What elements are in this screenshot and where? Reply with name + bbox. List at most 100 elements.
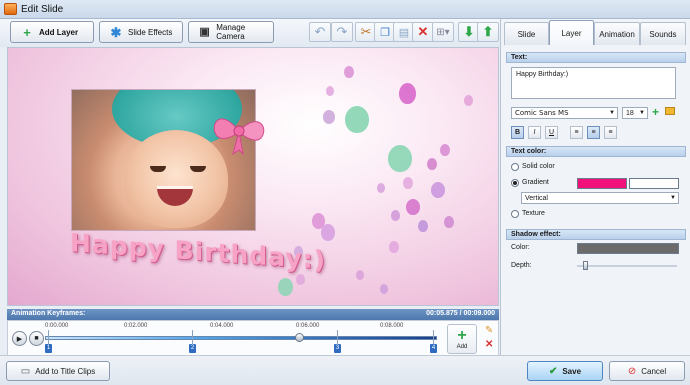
- gradient-color-2[interactable]: [629, 178, 679, 189]
- move-up-icon[interactable]: ⬆: [477, 22, 499, 42]
- app-icon: [4, 3, 17, 15]
- underline-button[interactable]: U: [545, 126, 558, 139]
- add-keyframe-button[interactable]: + Add: [447, 324, 477, 354]
- font-size-select[interactable]: 18 ▼: [622, 107, 648, 119]
- balloon: [406, 199, 420, 215]
- balloon: [399, 83, 416, 104]
- depth-slider[interactable]: [577, 261, 677, 270]
- add-layer-button[interactable]: + Add Layer: [10, 21, 94, 43]
- font-select[interactable]: Comic Sans MS ▼: [511, 107, 618, 119]
- tab-sounds[interactable]: Sounds: [640, 22, 686, 45]
- undo-icon[interactable]: ↶: [309, 22, 331, 42]
- balloon: [278, 278, 293, 296]
- shadow-effect-header: Shadow effect:: [506, 229, 686, 240]
- sparkle-icon: ✱: [110, 24, 122, 40]
- redo-icon[interactable]: ↷: [331, 22, 353, 42]
- keyframe-marker-4[interactable]: 4: [430, 344, 437, 353]
- properties-panel: Slide Layer Animation Sounds Text: Happy…: [500, 19, 690, 355]
- balloon: [444, 216, 454, 228]
- play-button[interactable]: ▶: [12, 331, 27, 346]
- pink-bow: [213, 118, 265, 156]
- pencil-icon[interactable]: ✎: [485, 325, 493, 336]
- cancel-icon: ⊘: [627, 365, 637, 377]
- tab-animation[interactable]: Animation: [594, 22, 640, 45]
- balloon: [440, 144, 450, 156]
- balloon: [380, 284, 388, 294]
- balloon: [344, 66, 354, 78]
- text-input[interactable]: Happy Birthday:): [511, 67, 676, 99]
- tab-slide[interactable]: Slide: [504, 22, 549, 45]
- toolbar: + Add Layer ✱ Slide Effects ▣ Manage Cam…: [0, 19, 500, 47]
- shadow-color-label: Color:: [511, 244, 530, 251]
- stop-button[interactable]: ■: [29, 331, 44, 346]
- keyframe-marker-3[interactable]: 3: [334, 344, 341, 353]
- balloon: [431, 182, 445, 198]
- balloon: [296, 274, 305, 285]
- plus-icon: +: [23, 24, 31, 40]
- camera-icon: ▣: [199, 25, 210, 38]
- balloon: [377, 183, 385, 193]
- gradient-label: Gradient: [522, 179, 549, 186]
- shadow-color-swatch[interactable]: [577, 243, 679, 254]
- gradient-direction-select[interactable]: Vertical ▼: [521, 192, 679, 204]
- align-left-button[interactable]: ≡: [570, 126, 583, 139]
- balloon: [388, 145, 412, 172]
- check-icon: ✔: [548, 365, 558, 377]
- depth-slider-thumb[interactable]: [583, 261, 588, 270]
- balloon: [321, 224, 335, 241]
- manage-camera-button[interactable]: ▣ Manage Camera: [188, 21, 274, 43]
- slide-effects-button[interactable]: ✱ Slide Effects: [99, 21, 183, 43]
- balloon: [356, 270, 364, 280]
- delete-keyframe-icon[interactable]: ✕: [485, 339, 493, 350]
- tab-layer[interactable]: Layer: [549, 20, 594, 45]
- keyframe-tools: ✎ ✕: [485, 325, 493, 350]
- text-color-header: Text color:: [506, 146, 686, 157]
- balloon: [391, 210, 400, 221]
- grid-icon[interactable]: ⊞▾: [432, 22, 454, 42]
- add-font-icon[interactable]: +: [652, 105, 659, 119]
- birthday-caption[interactable]: Happy Birthday:): [70, 228, 326, 275]
- chevron-down-icon: ▼: [639, 110, 645, 116]
- bold-button[interactable]: B: [511, 126, 524, 139]
- tick-label: 0:04.000: [210, 323, 234, 329]
- delete-icon[interactable]: ✕: [412, 22, 434, 42]
- balloon: [389, 241, 399, 253]
- plus-icon: +: [457, 327, 467, 344]
- depth-label: Depth:: [511, 262, 532, 269]
- save-button[interactable]: ✔ Save: [527, 361, 603, 381]
- title-clips-icon: ▭: [20, 365, 31, 377]
- balloon: [464, 95, 473, 106]
- texture-radio[interactable]: [511, 210, 519, 218]
- keyframe-marker-2[interactable]: 2: [189, 344, 196, 353]
- text-section-header: Text:: [506, 52, 686, 63]
- tab-bar: Slide Layer Animation Sounds: [501, 19, 690, 45]
- keyframe-marker-1[interactable]: 1: [45, 344, 52, 353]
- timeline-track[interactable]: [45, 336, 437, 340]
- add-to-title-clips-button[interactable]: ▭ Add to Title Clips: [6, 361, 110, 381]
- solid-color-radio[interactable]: [511, 163, 519, 171]
- balloon: [403, 177, 413, 189]
- slide-preview[interactable]: Happy Birthday:): [7, 47, 499, 306]
- align-center-button[interactable]: ≡: [587, 126, 600, 139]
- chevron-down-icon: ▼: [670, 195, 676, 201]
- playhead-knob[interactable]: [295, 333, 304, 342]
- tick-label: 0:02.000: [124, 323, 148, 329]
- window-title: Edit Slide: [21, 4, 64, 15]
- tick-label: 0:08.000: [380, 323, 404, 329]
- bottom-bar: ▭ Add to Title Clips ✔ Save ⊘ Cancel: [0, 355, 690, 385]
- align-right-button[interactable]: ≡: [604, 126, 617, 139]
- italic-button[interactable]: I: [528, 126, 541, 139]
- gradient-radio[interactable]: [511, 179, 519, 187]
- cancel-button[interactable]: ⊘ Cancel: [609, 361, 685, 381]
- balloon: [345, 106, 369, 133]
- tick-label: 0:06.000: [296, 323, 320, 329]
- balloon: [418, 220, 428, 232]
- keyframes-label: Animation Keyframes:: [11, 310, 86, 317]
- folder-icon[interactable]: [665, 107, 675, 115]
- time-display: 00:05.875 / 00:09.000: [426, 310, 495, 317]
- solid-color-label: Solid color: [522, 163, 555, 170]
- tick-label: 0:00.000: [45, 323, 69, 329]
- balloon: [427, 158, 437, 170]
- keyframes-header: Animation Keyframes: 00:05.875 / 00:09.0…: [7, 309, 499, 320]
- gradient-color-1[interactable]: [577, 178, 627, 189]
